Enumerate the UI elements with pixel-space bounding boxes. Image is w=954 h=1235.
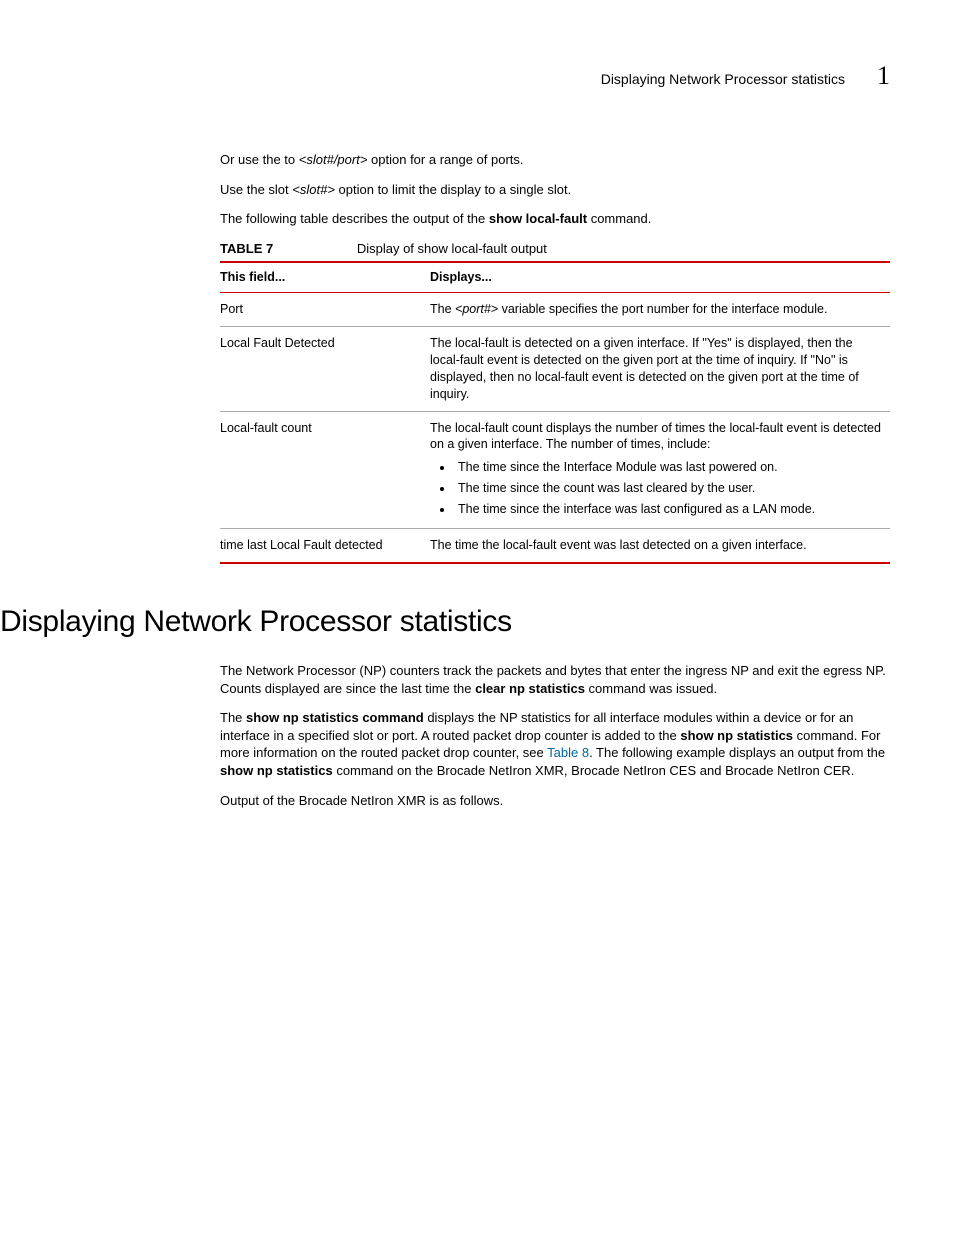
field-cell: Port bbox=[220, 293, 430, 327]
table-row: time last Local Fault detected The time … bbox=[220, 528, 890, 562]
section-body: The Network Processor (NP) counters trac… bbox=[220, 662, 890, 809]
intro-para-1: Or use the to <slot#/port> option for a … bbox=[220, 151, 890, 169]
displays-cell: The time the local-fault event was last … bbox=[430, 528, 890, 562]
table-label: TABLE 7 bbox=[220, 241, 273, 256]
table-caption-text: Display of show local-fault output bbox=[357, 241, 547, 256]
table-8-link[interactable]: Table 8 bbox=[547, 745, 589, 760]
section-para-1: The Network Processor (NP) counters trac… bbox=[220, 662, 890, 697]
displays-cell: The local-fault is detected on a given i… bbox=[430, 327, 890, 412]
bullet-list: The time since the Interface Module was … bbox=[454, 457, 882, 520]
section-para-2: The show np statistics command displays … bbox=[220, 709, 890, 779]
field-cell: time last Local Fault detected bbox=[220, 528, 430, 562]
list-item: The time since the Interface Module was … bbox=[454, 457, 882, 478]
list-item: The time since the interface was last co… bbox=[454, 499, 882, 520]
table-header-displays: Displays... bbox=[430, 262, 890, 292]
table-caption: TABLE 7 Display of show local-fault outp… bbox=[220, 240, 890, 258]
intro-para-2: Use the slot <slot#> option to limit the… bbox=[220, 181, 890, 199]
table-row: Port The <port#> variable specifies the … bbox=[220, 293, 890, 327]
running-title: Displaying Network Processor statistics bbox=[601, 70, 845, 89]
section-para-3: Output of the Brocade NetIron XMR is as … bbox=[220, 792, 890, 810]
local-fault-table: This field... Displays... Port The <port… bbox=[220, 261, 890, 564]
list-item: The time since the count was last cleare… bbox=[454, 478, 882, 499]
running-header: Displaying Network Processor statistics … bbox=[110, 58, 890, 93]
table-row: Local Fault Detected The local-fault is … bbox=[220, 327, 890, 412]
body-content: Or use the to <slot#/port> option for a … bbox=[220, 151, 890, 564]
table-row: Local-fault count The local-fault count … bbox=[220, 411, 890, 528]
field-cell: Local Fault Detected bbox=[220, 327, 430, 412]
table-header-field: This field... bbox=[220, 262, 430, 292]
displays-cell: The local-fault count displays the numbe… bbox=[430, 411, 890, 528]
chapter-number: 1 bbox=[877, 58, 890, 93]
displays-cell: The <port#> variable specifies the port … bbox=[430, 293, 890, 327]
section-heading: Displaying Network Processor statistics bbox=[0, 602, 890, 643]
field-cell: Local-fault count bbox=[220, 411, 430, 528]
intro-para-3: The following table describes the output… bbox=[220, 210, 890, 228]
